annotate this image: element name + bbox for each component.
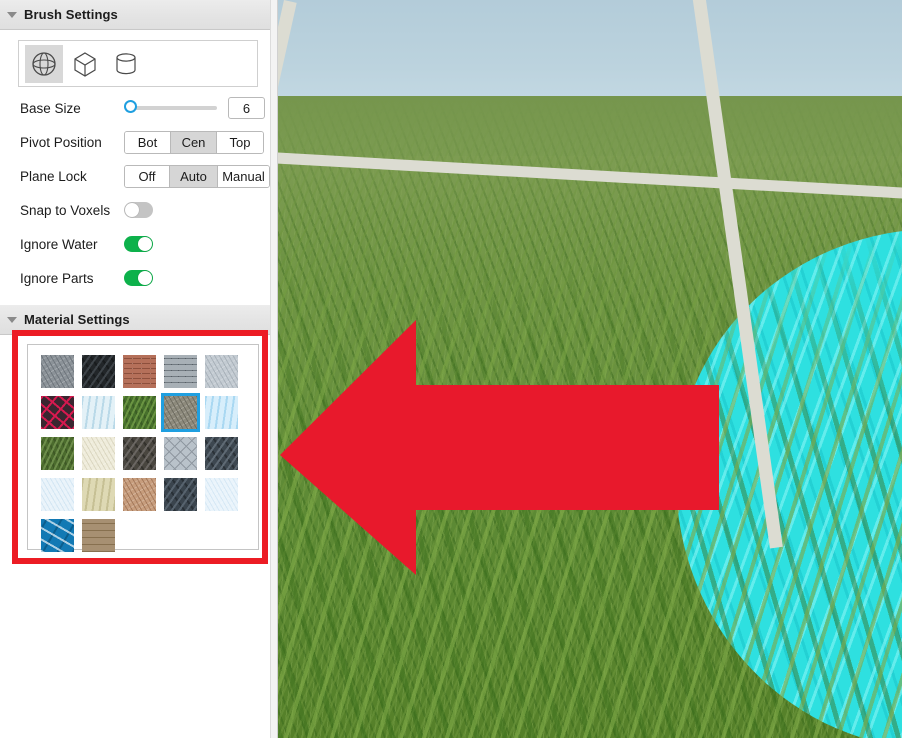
base-size-row: Base Size 6 [0,95,270,121]
pivot-position-row: Pivot Position Bot Cen Top [0,129,270,155]
material-thumbnail [82,355,115,388]
sphere-brush-icon[interactable] [25,44,63,83]
toggle-knob [138,237,152,251]
ignore-water-toggle[interactable] [124,236,153,252]
brush-tool-panel: Brush Settings Base Size 6 Pivot Positio… [0,0,270,738]
material-thumbnail [41,519,74,552]
material-swatch-slate[interactable] [160,474,201,515]
pivot-option-top[interactable]: Top [217,131,263,153]
material-thumbnail [82,396,115,429]
material-thumbnail [82,519,115,552]
material-thumbnail [41,478,74,511]
plane-lock-row: Plane Lock Off Auto Manual [0,163,270,189]
plane-lock-option-off[interactable]: Off [125,165,170,187]
material-swatch-leafygrass[interactable] [37,433,78,474]
3d-terrain-viewport[interactable] [278,0,902,738]
slider-knob[interactable] [124,100,137,113]
snap-to-voxels-row: Snap to Voxels [0,197,270,223]
ignore-parts-label: Ignore Parts [20,270,94,286]
material-swatch-pavement[interactable] [160,433,201,474]
material-settings-title: Material Settings [24,312,130,327]
snap-to-voxels-label: Snap to Voxels [20,202,111,218]
material-thumbnail [205,396,238,429]
material-thumbnail [41,437,74,470]
plane-lock-label: Plane Lock [20,168,87,184]
material-swatch-basalt[interactable] [78,351,119,392]
material-thumbnail [41,355,74,388]
ignore-water-row: Ignore Water [0,231,270,257]
material-swatch-crackedlava[interactable] [37,392,78,433]
material-swatch-concrete[interactable] [201,351,242,392]
pivot-position-label: Pivot Position [20,134,102,150]
material-swatch-asphalt[interactable] [37,351,78,392]
material-swatch-glacier[interactable] [78,392,119,433]
material-thumbnail [164,437,197,470]
material-swatch-cobblestone[interactable] [160,351,201,392]
red-pointer-arrow [280,320,719,575]
material-swatch-ground[interactable] [160,392,201,433]
ignore-water-label: Ignore Water [20,236,98,252]
material-swatch-limestone[interactable] [78,433,119,474]
brush-settings-title: Brush Settings [24,7,118,22]
plane-lock-segmented[interactable]: Off Auto Manual [124,164,270,188]
base-size-label: Base Size [20,100,81,116]
slider-track [127,106,217,110]
brush-settings-header[interactable]: Brush Settings [0,0,270,30]
material-swatch-ice[interactable] [201,392,242,433]
material-thumbnail [123,437,156,470]
cylinder-brush-icon[interactable] [107,45,145,83]
triangle-down-icon[interactable] [7,317,17,323]
plane-lock-option-manual[interactable]: Manual [218,165,269,187]
ignore-parts-toggle[interactable] [124,270,153,286]
pivot-option-cen[interactable]: Cen [171,131,217,153]
material-thumbnail [123,478,156,511]
material-thumbnail [164,355,197,388]
plane-lock-option-auto[interactable]: Auto [170,165,218,187]
material-thumbnail [41,396,74,429]
base-size-slider[interactable] [124,99,217,117]
toggle-knob [138,271,152,285]
material-swatch-brick[interactable] [119,351,160,392]
editor-window: Brush Settings Base Size 6 Pivot Positio… [0,0,902,738]
cube-brush-icon[interactable] [66,45,104,83]
material-picker[interactable] [27,344,259,552]
material-swatch-water[interactable] [37,515,78,556]
triangle-down-icon[interactable] [7,12,17,18]
material-thumbnail [205,478,238,511]
sky-backdrop [278,0,902,98]
material-thumbnail [123,355,156,388]
material-swatch-mud[interactable] [119,433,160,474]
material-swatch-snow[interactable] [201,474,242,515]
material-thumbnail [205,355,238,388]
toggle-knob [125,203,139,217]
ignore-parts-row: Ignore Parts [0,265,270,291]
material-swatch-grass[interactable] [119,392,160,433]
material-thumbnail [164,478,197,511]
material-swatch-sandstone[interactable] [119,474,160,515]
brush-shape-selector [18,40,258,87]
material-swatch-sand[interactable] [78,474,119,515]
material-swatch-rock[interactable] [201,433,242,474]
base-size-input[interactable]: 6 [228,97,265,119]
material-thumbnail [161,393,200,432]
material-thumbnail [82,437,115,470]
panel-divider[interactable] [270,0,278,738]
material-swatch-woodplanks[interactable] [78,515,119,556]
material-swatch-salt[interactable] [37,474,78,515]
pivot-option-bot[interactable]: Bot [125,131,171,153]
snap-to-voxels-toggle[interactable] [124,202,153,218]
pivot-position-segmented[interactable]: Bot Cen Top [124,130,264,154]
material-thumbnail [82,478,115,511]
material-picker-highlight [12,330,268,564]
material-grid [37,351,242,556]
material-thumbnail [205,437,238,470]
material-thumbnail [123,396,156,429]
